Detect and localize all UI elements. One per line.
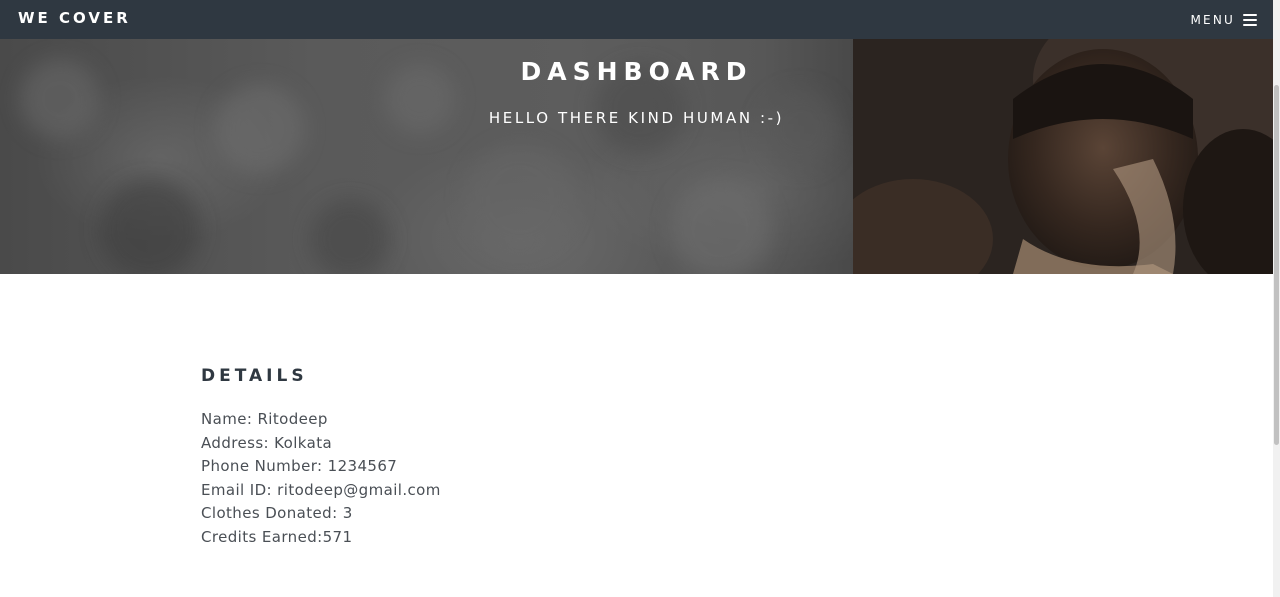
detail-name: Name: Ritodeep — [201, 410, 328, 428]
menu-label: MENU — [1190, 13, 1235, 27]
details-section: DETAILS Name: Ritodeep Address: Kolkata … — [201, 366, 441, 549]
detail-address: Address: Kolkata — [201, 433, 333, 452]
top-navbar: WE COVER MENU — [0, 0, 1273, 39]
hero-banner: DASHBOARD HELLO THERE KIND HUMAN :-) — [0, 39, 1273, 274]
detail-credits-earned: Credits Earned:571 — [201, 527, 353, 546]
page: WE COVER MENU DASHBOARD HELLO THERE KIND… — [0, 0, 1273, 597]
brand-logo-link[interactable]: WE COVER — [18, 9, 131, 27]
page-title: DASHBOARD — [520, 57, 753, 86]
detail-email: Email ID: ritodeep@gmail.com — [201, 480, 441, 499]
page-scrollbar[interactable] — [1273, 0, 1280, 597]
detail-clothes-donated: Clothes Donated: 3 — [201, 504, 353, 522]
menu-button[interactable]: MENU — [1190, 11, 1257, 29]
scrollbar-thumb[interactable] — [1274, 85, 1279, 445]
detail-phone: Phone Number: 1234567 — [201, 457, 398, 475]
details-heading: DETAILS — [201, 366, 308, 386]
page-subtitle: HELLO THERE KIND HUMAN :-) — [488, 109, 785, 127]
hamburger-icon — [1243, 14, 1257, 26]
